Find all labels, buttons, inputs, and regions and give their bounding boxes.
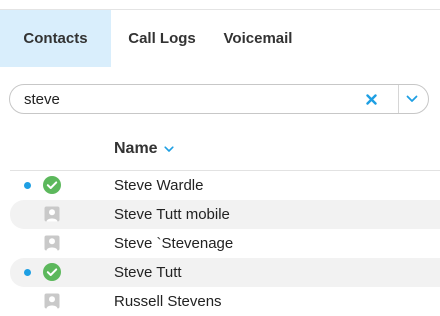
search-dropdown-button[interactable] xyxy=(402,90,422,108)
person-icon xyxy=(44,206,60,222)
search-bar xyxy=(9,84,429,114)
chevron-down-icon xyxy=(163,145,174,152)
contact-row[interactable]: Steve Tutt xyxy=(10,258,440,287)
contact-name: Steve Tutt xyxy=(114,264,182,281)
check-circle-icon xyxy=(43,263,61,281)
contact-row[interactable]: Steve Tutt mobile xyxy=(10,200,440,229)
list-header: Name xyxy=(0,135,440,169)
online-dot xyxy=(24,269,31,276)
tab-call-logs[interactable]: Call Logs xyxy=(111,10,213,67)
contact-name: Russell Stevens xyxy=(114,293,222,310)
contact-row[interactable]: Steve `Stevenage xyxy=(10,229,440,258)
search-input[interactable] xyxy=(24,90,354,108)
tab-contacts[interactable]: Contacts xyxy=(0,10,111,67)
name-column-label: Name xyxy=(114,140,158,157)
contact-name: Steve Wardle xyxy=(114,177,204,194)
tab-voicemail[interactable]: Voicemail xyxy=(213,10,303,67)
contact-row[interactable]: Steve Wardle xyxy=(10,171,440,200)
person-icon xyxy=(44,235,60,251)
person-icon xyxy=(44,293,60,309)
check-circle-icon xyxy=(43,176,61,194)
chevron-down-icon xyxy=(406,95,418,102)
search-divider xyxy=(398,85,399,113)
contact-name: Steve Tutt mobile xyxy=(114,206,230,223)
contact-list: Steve Wardle Steve Tutt mobile Steve `St… xyxy=(10,171,440,316)
name-column-header[interactable]: Name xyxy=(114,140,174,158)
clear-search-button[interactable] xyxy=(362,90,380,108)
tab-bar: Contacts Call Logs Voicemail xyxy=(0,10,440,67)
online-dot xyxy=(24,182,31,189)
contact-name: Steve `Stevenage xyxy=(114,235,234,252)
close-icon xyxy=(365,93,377,105)
contact-row[interactable]: Russell Stevens xyxy=(10,287,440,316)
